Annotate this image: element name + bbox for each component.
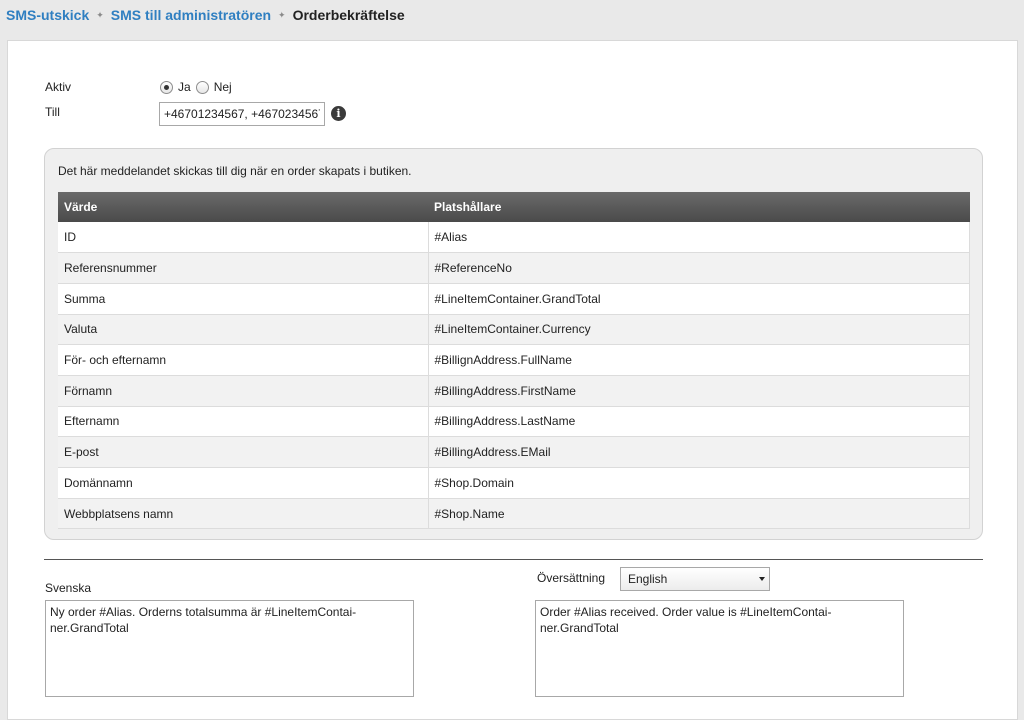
row-placeholder-cell: #Shop.Name: [428, 498, 970, 530]
active-no-radio[interactable]: [195, 80, 209, 94]
row-placeholder-cell: #BillingAddress.FirstName: [428, 375, 970, 407]
to-label: Till: [45, 105, 60, 119]
breadcrumb: SMS-utskick ✦ SMS till administratören ✦…: [6, 6, 405, 24]
row-value-cell: Webbplatsens namn: [58, 498, 429, 530]
row-placeholder-cell: #BillingAddress.EMail: [428, 436, 970, 468]
source-language-label: Svenska: [45, 581, 92, 595]
translation-label: Översättning: [537, 571, 606, 585]
table-row: ID #Alias: [58, 222, 970, 254]
row-value-cell: Summa: [58, 283, 429, 315]
breadcrumb-separator-icon: ✦: [96, 9, 104, 20]
table-row: Valuta #LineItemContainer.Currency: [58, 314, 970, 346]
translation-language-value: English: [628, 572, 668, 586]
chevron-down-icon: [757, 572, 766, 586]
translated-message-textarea[interactable]: Order #Alias received. Order value is #L…: [535, 600, 904, 697]
row-value-cell: Domännamn: [58, 467, 429, 499]
row-value-cell: ID: [58, 222, 429, 254]
active-yes-radio[interactable]: [160, 80, 173, 94]
placeholder-info-box: Det här meddelandet skickas till dig när…: [44, 148, 983, 540]
info-description: Det här meddelandet skickas till dig när…: [58, 164, 412, 178]
breadcrumb-link-sms-admin[interactable]: SMS till administratören: [111, 7, 271, 23]
breadcrumb-separator-icon: ✦: [278, 9, 286, 20]
table-row: Webbplatsens namn #Shop.Name: [58, 498, 970, 530]
table-row: Domännamn #Shop.Domain: [58, 467, 970, 499]
column-header-placeholder: Platshållare: [428, 192, 970, 222]
table-row: E-post #BillingAddress.EMail: [58, 436, 970, 468]
breadcrumb-current: Orderbekräftelse: [292, 7, 405, 23]
row-placeholder-cell: #BillignAddress.FullName: [428, 344, 970, 376]
row-placeholder-cell: #BillingAddress.LastName: [428, 406, 970, 438]
row-value-cell: E-post: [58, 436, 429, 468]
main-panel: Aktiv Ja Nej Till i Det här meddelandet …: [7, 40, 1018, 720]
row-value-cell: Valuta: [58, 314, 429, 346]
row-placeholder-cell: #Shop.Domain: [428, 467, 970, 499]
table-row: Summa #LineItemContainer.GrandTotal: [58, 283, 970, 315]
placeholder-table: Värde Platshållare ID #Alias Referensnum…: [58, 192, 970, 530]
row-value-cell: Förnamn: [58, 375, 429, 407]
row-placeholder-cell: #ReferenceNo: [428, 252, 970, 284]
column-header-value: Värde: [58, 192, 428, 222]
translation-language-select[interactable]: English: [620, 567, 770, 591]
source-message-textarea[interactable]: Ny order #Alias. Orderns totalsumma är #…: [45, 600, 414, 697]
row-value-cell: Efternamn: [58, 406, 429, 438]
row-placeholder-cell: #LineItemContainer.GrandTotal: [428, 283, 970, 315]
table-row: Efternamn #BillingAddress.LastName: [58, 406, 970, 438]
to-phone-input[interactable]: [159, 102, 325, 126]
row-value-cell: Referensnummer: [58, 252, 429, 284]
active-label: Aktiv: [45, 80, 72, 94]
radio-selected-dot: [164, 84, 169, 90]
row-placeholder-cell: #LineItemContainer.Currency: [428, 314, 970, 346]
table-row: Förnamn #BillingAddress.FirstName: [58, 375, 970, 407]
breadcrumb-link-sms-dispatch[interactable]: SMS-utskick: [6, 7, 89, 23]
row-placeholder-cell: #Alias: [428, 222, 970, 254]
row-value-cell: För- och efternamn: [58, 344, 429, 376]
section-divider: [44, 559, 983, 560]
info-icon[interactable]: i: [331, 106, 346, 121]
active-radio-group: Ja Nej: [160, 80, 237, 94]
table-row: Referensnummer #ReferenceNo: [58, 252, 970, 284]
active-no-label[interactable]: Nej: [214, 80, 232, 94]
table-row: För- och efternamn #BillignAddress.FullN…: [58, 344, 970, 376]
active-yes-label[interactable]: Ja: [178, 80, 191, 94]
